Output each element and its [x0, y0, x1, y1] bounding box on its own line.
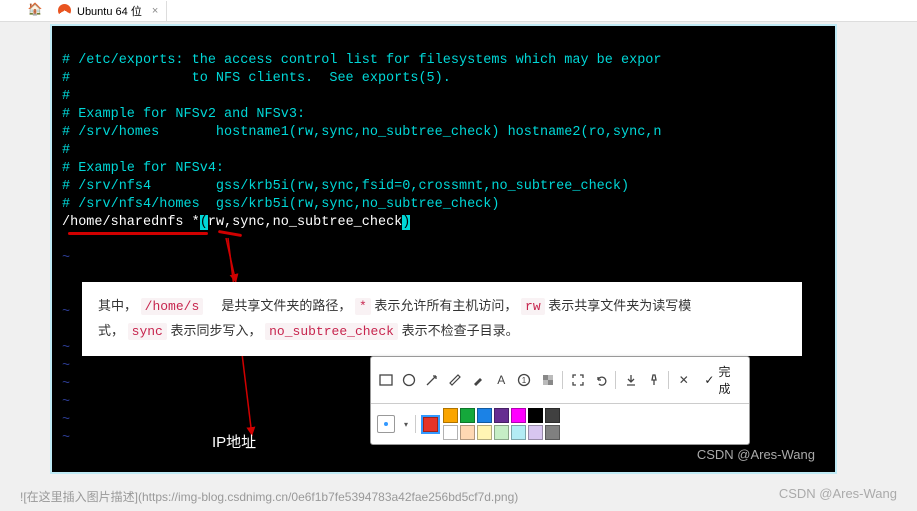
done-button[interactable]: ✓ 完成 [698, 361, 743, 399]
terminal-tilde: ~ [62, 377, 70, 392]
text-tool-icon[interactable]: A [493, 370, 510, 390]
close-icon[interactable]: × [152, 5, 158, 17]
terminal-tilde: ~ [62, 413, 70, 428]
color-swatch[interactable] [443, 408, 458, 423]
color-swatch[interactable] [494, 425, 509, 440]
terminal-line: # Example for NFSv4: [62, 161, 224, 176]
done-label: 完成 [718, 363, 737, 397]
ubuntu-icon [58, 4, 71, 17]
terminal-tilde: ~ [62, 359, 70, 374]
terminal-tilde: ~ [62, 251, 70, 266]
check-icon: ✓ [704, 373, 714, 387]
annot-code-nsc: no_subtree_check [265, 323, 398, 340]
toolbar-row-colors: ▾ [371, 404, 749, 444]
color-swatch[interactable] [443, 425, 458, 440]
ip-address-label: IP地址 [212, 431, 256, 452]
circle-tool-icon[interactable] [400, 370, 417, 390]
undo-icon[interactable] [592, 370, 609, 390]
terminal-tilde: ~ [62, 431, 70, 446]
tab-bar: 🏠 Ubuntu 64 位 × [0, 0, 917, 22]
svg-text:1: 1 [522, 376, 527, 385]
color-swatch[interactable] [477, 408, 492, 423]
annot-text: 表示同步写入， [170, 323, 261, 338]
terminal-last-line: /home/sharednfs *(rw,sync,no_subtree_che… [62, 215, 410, 230]
color-swatch[interactable] [545, 425, 560, 440]
annot-code-sync: sync [128, 323, 167, 340]
color-swatch[interactable] [528, 425, 543, 440]
annotation-box: 其中， /home/s 是共享文件夹的路径， * 表示允许所有主机访问， rw … [82, 282, 802, 356]
toolbar-row-tools: A 1 ✕ ✓ 完成 [371, 357, 749, 404]
terminal-line: # /etc/exports: the access control list … [62, 53, 662, 68]
watermark-outer: CSDN @Ares-Wang [779, 486, 897, 501]
markdown-caption: ![在这里插入图片描述](https://img-blog.csdnimg.cn… [20, 488, 518, 505]
blur-tool-icon[interactable] [539, 370, 556, 390]
download-icon[interactable] [622, 370, 639, 390]
tab-label: Ubuntu 64 位 [77, 3, 142, 19]
annot-code-star: * [355, 298, 371, 315]
red-underline-path [68, 232, 208, 235]
annot-text: 表示不检查子目录。 [402, 323, 519, 338]
color-swatch[interactable] [477, 425, 492, 440]
terminal-tilde: ~ [62, 305, 70, 320]
terminal-line: # /srv/homes hostname1(rw,sync,no_subtre… [62, 125, 662, 140]
chevron-down-icon[interactable]: ▾ [404, 420, 408, 429]
terminal-line: # [62, 89, 70, 104]
tab-ubuntu[interactable]: Ubuntu 64 位 × [50, 1, 167, 21]
color-swatch[interactable] [511, 408, 526, 423]
terminal-line: # [62, 143, 70, 158]
annot-text: 其中， [98, 298, 137, 313]
annot-code-path: /home/s [141, 298, 204, 315]
screenshot-toolbar: A 1 ✕ ✓ 完成 ▾ [370, 356, 750, 445]
rect-tool-icon[interactable] [377, 370, 394, 390]
terminal-line: # /srv/nfs4 gss/krb5i(rw,sync,fsid=0,cro… [62, 179, 629, 194]
color-swatch[interactable] [528, 408, 543, 423]
terminal-line: # Example for NFSv2 and NFSv3: [62, 107, 305, 122]
color-swatch[interactable] [494, 408, 509, 423]
terminal-tilde: ~ [62, 395, 70, 410]
color-swatch[interactable] [460, 408, 475, 423]
pen-tool-icon[interactable] [446, 370, 463, 390]
annot-code-rw: rw [521, 298, 545, 315]
expand-tool-icon[interactable] [569, 370, 586, 390]
color-swatch[interactable] [423, 417, 438, 432]
annot-text: 表示允许所有主机访问， [374, 298, 517, 313]
terminal-line: # to NFS clients. See exports(5). [62, 71, 451, 86]
color-swatch[interactable] [511, 425, 526, 440]
terminal-line: # /srv/nfs4/homes gss/krb5i(rw,sync,no_s… [62, 197, 499, 212]
annot-text: 式， [98, 323, 124, 338]
arrow-tool-icon[interactable] [423, 370, 440, 390]
watermark-text: CSDN @Ares-Wang [697, 447, 815, 462]
number-tool-icon[interactable]: 1 [516, 370, 533, 390]
terminal-tilde: ~ [62, 341, 70, 356]
home-tab-icon[interactable]: 🏠 [28, 2, 42, 16]
pin-icon[interactable] [645, 370, 662, 390]
annot-text: 表示共享文件夹为读写模 [548, 298, 691, 313]
annot-text: 是共享文件夹的路径， [221, 298, 351, 313]
stroke-size-selector[interactable] [377, 415, 395, 433]
color-swatch[interactable] [545, 408, 560, 423]
color-swatch[interactable] [460, 425, 475, 440]
close-tool-icon[interactable]: ✕ [675, 370, 692, 390]
marker-tool-icon[interactable] [470, 370, 487, 390]
